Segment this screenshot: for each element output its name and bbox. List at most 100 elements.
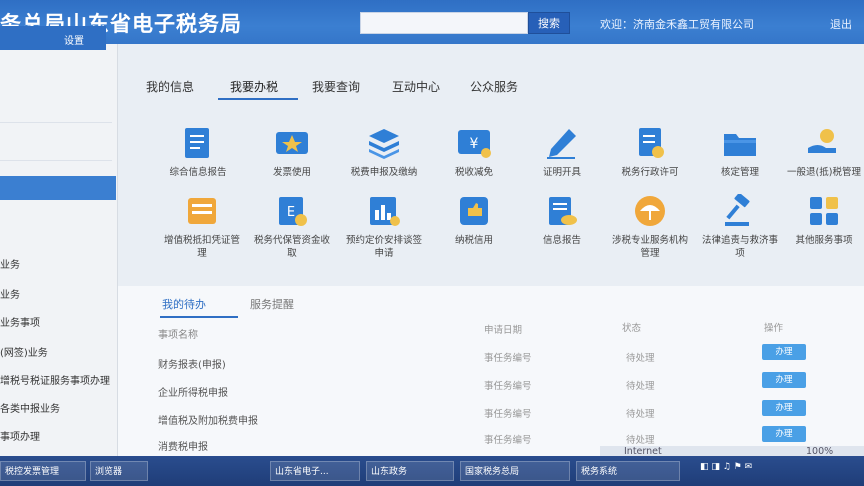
taskbar-item[interactable]: 浏览器 xyxy=(90,461,148,481)
tile-assessment[interactable]: 核定管理 xyxy=(700,126,780,179)
table-cell: 事任务编号 xyxy=(484,409,532,420)
badge-icon xyxy=(455,194,493,228)
tile-legal-remedy[interactable]: 法律追责与救济事项 xyxy=(700,192,780,260)
tile-info-report[interactable]: 信息报告 xyxy=(522,194,602,247)
tile-label: 核定管理 xyxy=(720,167,759,178)
svg-text:E: E xyxy=(287,205,295,220)
card-stack-icon xyxy=(183,194,221,228)
umbrella-icon xyxy=(631,194,669,228)
tab-my-todo[interactable]: 我的待办 xyxy=(162,296,206,312)
tile-label: 税收减免 xyxy=(454,167,493,178)
settings-link[interactable]: 设置 xyxy=(64,32,84,47)
license-icon xyxy=(631,126,669,160)
tab-query[interactable]: 我要查询 xyxy=(312,78,360,95)
document-icon xyxy=(179,126,217,160)
tile-vat-deduction[interactable]: 增值税抵扣凭证管理 xyxy=(162,194,242,260)
tile-label: 增值税抵扣凭证管理 xyxy=(163,235,240,259)
hand-coin-icon xyxy=(805,126,843,160)
sidebar-item[interactable]: 业务事项 xyxy=(0,314,40,329)
tile-label: 发票使用 xyxy=(272,167,311,178)
active-tab-indicator xyxy=(218,98,298,100)
tile-tax-declaration[interactable]: 税费申报及缴纳 xyxy=(344,126,424,179)
table-cell: 待处理 xyxy=(626,353,655,364)
taskbar-item[interactable]: 国家税务总局 xyxy=(460,461,570,481)
sidebar-item[interactable]: (网签)业务 xyxy=(0,344,48,359)
table-header: 事项名称 xyxy=(158,330,198,341)
search-button[interactable]: 搜索 xyxy=(528,12,570,34)
tile-tax-credit[interactable]: 纳税信用 xyxy=(434,194,514,247)
tile-label: 其他服务事项 xyxy=(795,235,853,246)
sidebar-header xyxy=(0,26,106,50)
taskbar-item[interactable]: 山东省电子... xyxy=(270,461,360,481)
tile-label: 综合信息报告 xyxy=(169,167,227,178)
tab-my-info[interactable]: 我的信息 xyxy=(146,78,194,95)
table-cell: 事任务编号 xyxy=(484,435,532,446)
tab-service-reminder[interactable]: 服务提醒 xyxy=(250,296,294,312)
active-subtab-indicator xyxy=(160,316,238,318)
yuan-card-icon: ¥ xyxy=(455,126,493,160)
sidebar-item[interactable]: 业务 xyxy=(0,256,20,271)
table-cell: 待处理 xyxy=(626,381,655,392)
tile-invoice-use[interactable]: 发票使用 xyxy=(252,126,332,179)
tile-other-services[interactable]: 其他服务事项 xyxy=(784,194,864,247)
sidebar-item[interactable]: 事项办理 xyxy=(0,428,40,443)
tile-label: 证明开具 xyxy=(542,167,581,178)
table-row[interactable]: 企业所得税申报 xyxy=(158,384,228,399)
tile-custody-funds[interactable]: E 税务代保管资金收取 xyxy=(252,194,332,260)
handle-button[interactable]: 办理 xyxy=(762,400,806,416)
welcome-text: 欢迎：济南金禾鑫工贸有限公司 xyxy=(600,18,754,31)
tile-tax-refund[interactable]: 一般退(抵)税管理 xyxy=(784,126,864,179)
sidebar-item[interactable]: 增税号税证服务事项办理 xyxy=(0,372,110,387)
svg-text:¥: ¥ xyxy=(470,136,479,152)
tile-pricing-agreement[interactable]: 预约定价安排谈签申请 xyxy=(344,194,424,260)
todo-panel xyxy=(118,286,864,456)
divider xyxy=(0,160,112,161)
folder-icon xyxy=(721,126,759,160)
sidebar-item[interactable]: 业务 xyxy=(0,286,20,301)
tile-comprehensive-report[interactable]: 综合信息报告 xyxy=(158,126,238,179)
tile-agency-management[interactable]: 涉税专业服务机构管理 xyxy=(610,194,690,260)
table-cell: 事任务编号 xyxy=(484,381,532,392)
receipt-icon: E xyxy=(273,194,311,228)
tile-label: 一般退(抵)税管理 xyxy=(787,167,861,178)
tile-label: 信息报告 xyxy=(542,235,581,246)
tile-label: 涉税专业服务机构管理 xyxy=(611,235,688,259)
handle-button[interactable]: 办理 xyxy=(762,372,806,388)
tile-label: 法律追责与救济事项 xyxy=(701,235,778,259)
sidebar-item[interactable]: 各类中报业务 xyxy=(0,400,60,415)
table-row[interactable]: 增值税及附加税费申报 xyxy=(158,412,258,427)
tile-certificate[interactable]: 证明开具 xyxy=(522,126,602,179)
tile-label: 税费申报及缴纳 xyxy=(350,167,418,178)
tile-label: 税务行政许可 xyxy=(621,167,679,178)
tab-interaction[interactable]: 互动中心 xyxy=(392,78,440,95)
pen-icon xyxy=(543,126,581,160)
taskbar-item[interactable]: 山东政务 xyxy=(366,461,454,481)
taskbar-item[interactable]: 税控发票管理 xyxy=(0,461,86,481)
taskbar-item[interactable]: 税务系统 xyxy=(576,461,680,481)
grid-icon xyxy=(805,194,843,228)
table-cell: 待处理 xyxy=(626,435,655,446)
gavel-icon xyxy=(721,192,759,228)
table-header: 操作 xyxy=(764,323,784,334)
tile-label: 纳税信用 xyxy=(454,235,493,246)
search-input[interactable] xyxy=(360,12,528,34)
system-tray: ◧ ◨ ♫ ⚑ ✉ xyxy=(700,462,753,472)
eye-doc-icon xyxy=(543,194,581,228)
handle-button[interactable]: 办理 xyxy=(762,426,806,442)
sidebar-active-item[interactable] xyxy=(0,176,116,200)
sidebar xyxy=(0,44,118,456)
table-row[interactable]: 财务报表(申报) xyxy=(158,356,226,371)
divider xyxy=(0,122,112,123)
tab-public-service[interactable]: 公众服务 xyxy=(470,78,518,95)
tile-tax-permit[interactable]: 税务行政许可 xyxy=(610,126,690,179)
table-header: 状态 xyxy=(622,323,642,334)
table-header: 申请日期 xyxy=(484,325,523,336)
tab-tax-handling[interactable]: 我要办税 xyxy=(230,78,278,95)
tile-label: 税务代保管资金收取 xyxy=(253,235,330,259)
table-row[interactable]: 消费税申报 xyxy=(158,438,208,453)
table-cell: 待处理 xyxy=(626,409,655,420)
handle-button[interactable]: 办理 xyxy=(762,344,806,360)
table-cell: 事任务编号 xyxy=(484,353,532,364)
tile-tax-reduction[interactable]: ¥ 税收减免 xyxy=(434,126,514,179)
logout-link[interactable]: 退出 xyxy=(830,16,852,32)
